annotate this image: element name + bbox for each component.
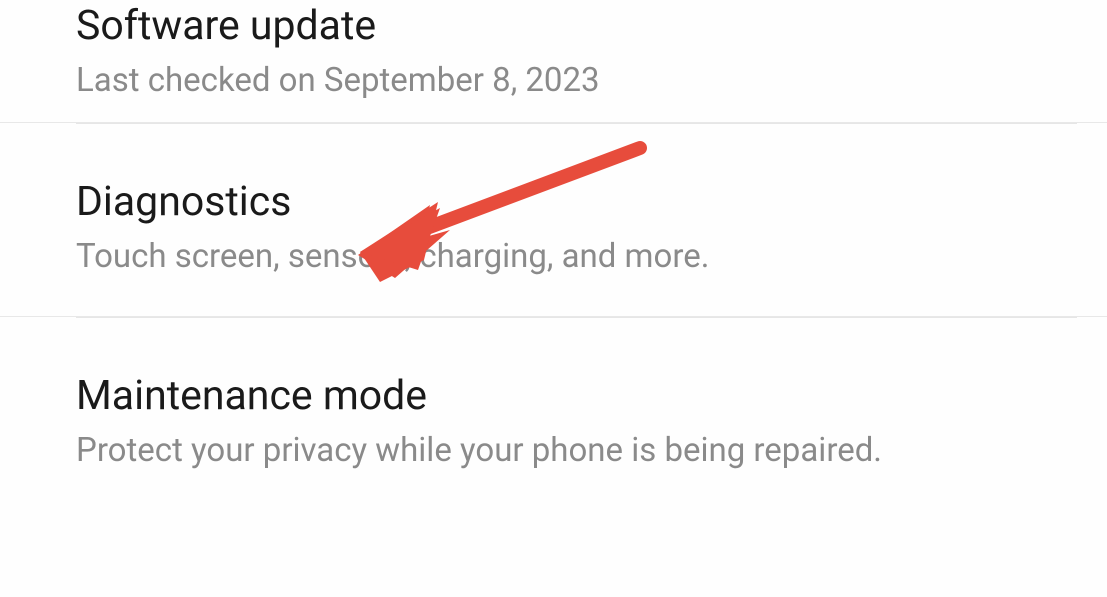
- settings-list: Software update Last checked on Septembe…: [0, 0, 1107, 492]
- settings-item-maintenance-mode[interactable]: Maintenance mode Protect your privacy wh…: [0, 318, 1107, 492]
- item-subtitle: Protect your privacy while your phone is…: [76, 429, 1107, 474]
- item-subtitle: Touch screen, sensors, charging, and mor…: [76, 235, 1107, 280]
- item-title: Software update: [76, 0, 1107, 53]
- item-title: Diagnostics: [76, 176, 1107, 229]
- item-subtitle: Last checked on September 8, 2023: [76, 59, 1107, 104]
- item-title: Maintenance mode: [76, 370, 1107, 423]
- settings-item-software-update[interactable]: Software update Last checked on Septembe…: [0, 0, 1107, 123]
- settings-item-diagnostics[interactable]: Diagnostics Touch screen, sensors, charg…: [0, 124, 1107, 317]
